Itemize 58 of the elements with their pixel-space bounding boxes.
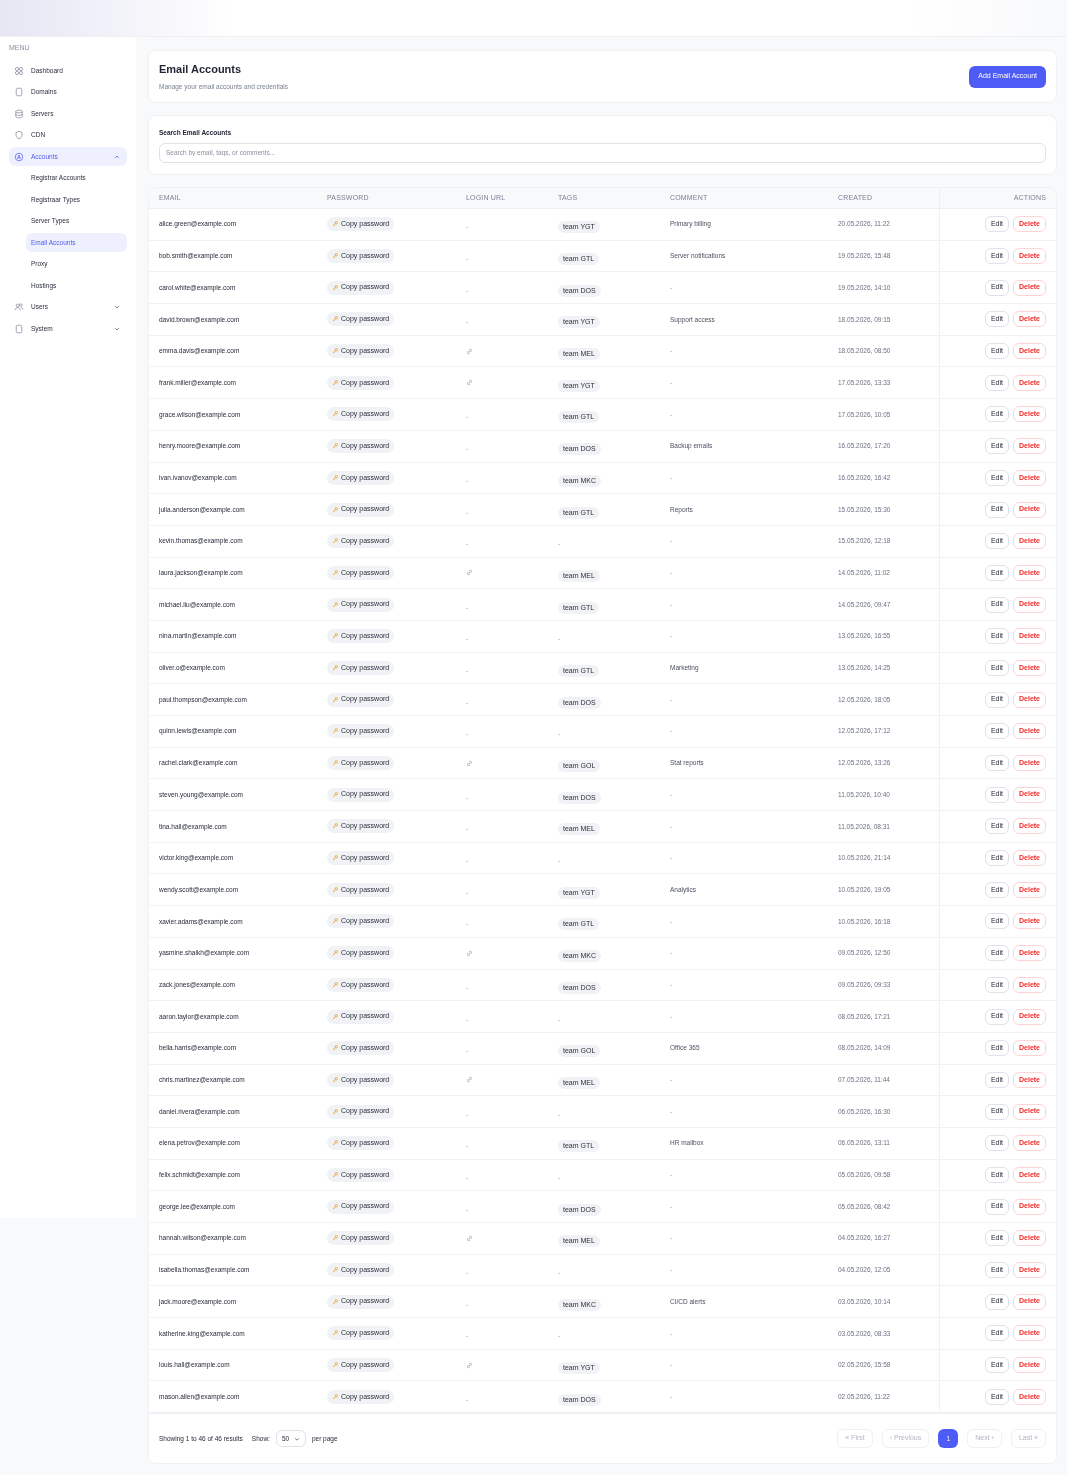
shield-icon xyxy=(14,130,24,140)
key-icon xyxy=(332,1140,338,1147)
key-icon xyxy=(332,506,338,513)
link-icon[interactable] xyxy=(466,1076,473,1084)
key-icon xyxy=(332,221,338,228)
key-icon xyxy=(332,791,338,798)
key-icon xyxy=(332,601,338,608)
key-icon xyxy=(332,1045,338,1052)
link-icon[interactable] xyxy=(466,569,473,577)
key-icon xyxy=(332,316,338,323)
key-icon xyxy=(332,886,338,893)
key-icon xyxy=(332,379,338,386)
link-icon[interactable] xyxy=(466,379,473,387)
key-icon xyxy=(332,1298,338,1305)
key-icon xyxy=(332,918,338,925)
link-icon[interactable] xyxy=(466,1361,473,1369)
users-icon xyxy=(14,302,24,312)
key-icon xyxy=(332,664,338,671)
key-icon xyxy=(332,1076,338,1083)
chevron-down-icon xyxy=(114,325,120,332)
key-icon xyxy=(332,538,338,545)
user-circle-icon xyxy=(14,151,24,162)
key-icon xyxy=(332,1108,338,1115)
document-icon xyxy=(14,87,24,97)
link-icon[interactable] xyxy=(466,759,473,767)
key-icon xyxy=(332,1362,338,1369)
key-icon xyxy=(332,569,338,576)
chevron-up-icon xyxy=(114,153,120,160)
chevron-down-icon xyxy=(114,304,120,310)
link-icon[interactable] xyxy=(466,949,473,957)
key-icon xyxy=(332,633,338,640)
link-icon[interactable] xyxy=(466,347,473,355)
document-icon xyxy=(14,323,24,334)
key-icon xyxy=(332,348,338,355)
key-icon xyxy=(332,253,338,260)
key-icon xyxy=(332,1171,338,1178)
key-icon xyxy=(332,728,338,735)
page-title: Email Accounts xyxy=(159,61,243,77)
grid-icon xyxy=(14,65,24,76)
chevron-down-icon xyxy=(293,1435,300,1442)
key-icon xyxy=(332,443,338,450)
key-icon xyxy=(332,1203,338,1210)
key-icon xyxy=(332,1393,338,1400)
key-icon xyxy=(332,1235,338,1242)
key-icon xyxy=(332,823,338,830)
key-icon xyxy=(332,760,338,767)
key-icon xyxy=(332,696,338,703)
key-icon xyxy=(332,1013,338,1020)
key-icon xyxy=(332,1267,338,1274)
key-icon xyxy=(332,981,338,988)
link-icon[interactable] xyxy=(466,1234,473,1242)
key-icon xyxy=(332,474,338,481)
key-icon xyxy=(332,1330,338,1337)
key-icon xyxy=(332,284,338,291)
key-icon xyxy=(332,855,338,862)
key-icon xyxy=(332,950,338,957)
database-icon xyxy=(14,108,24,119)
key-icon xyxy=(332,411,338,418)
